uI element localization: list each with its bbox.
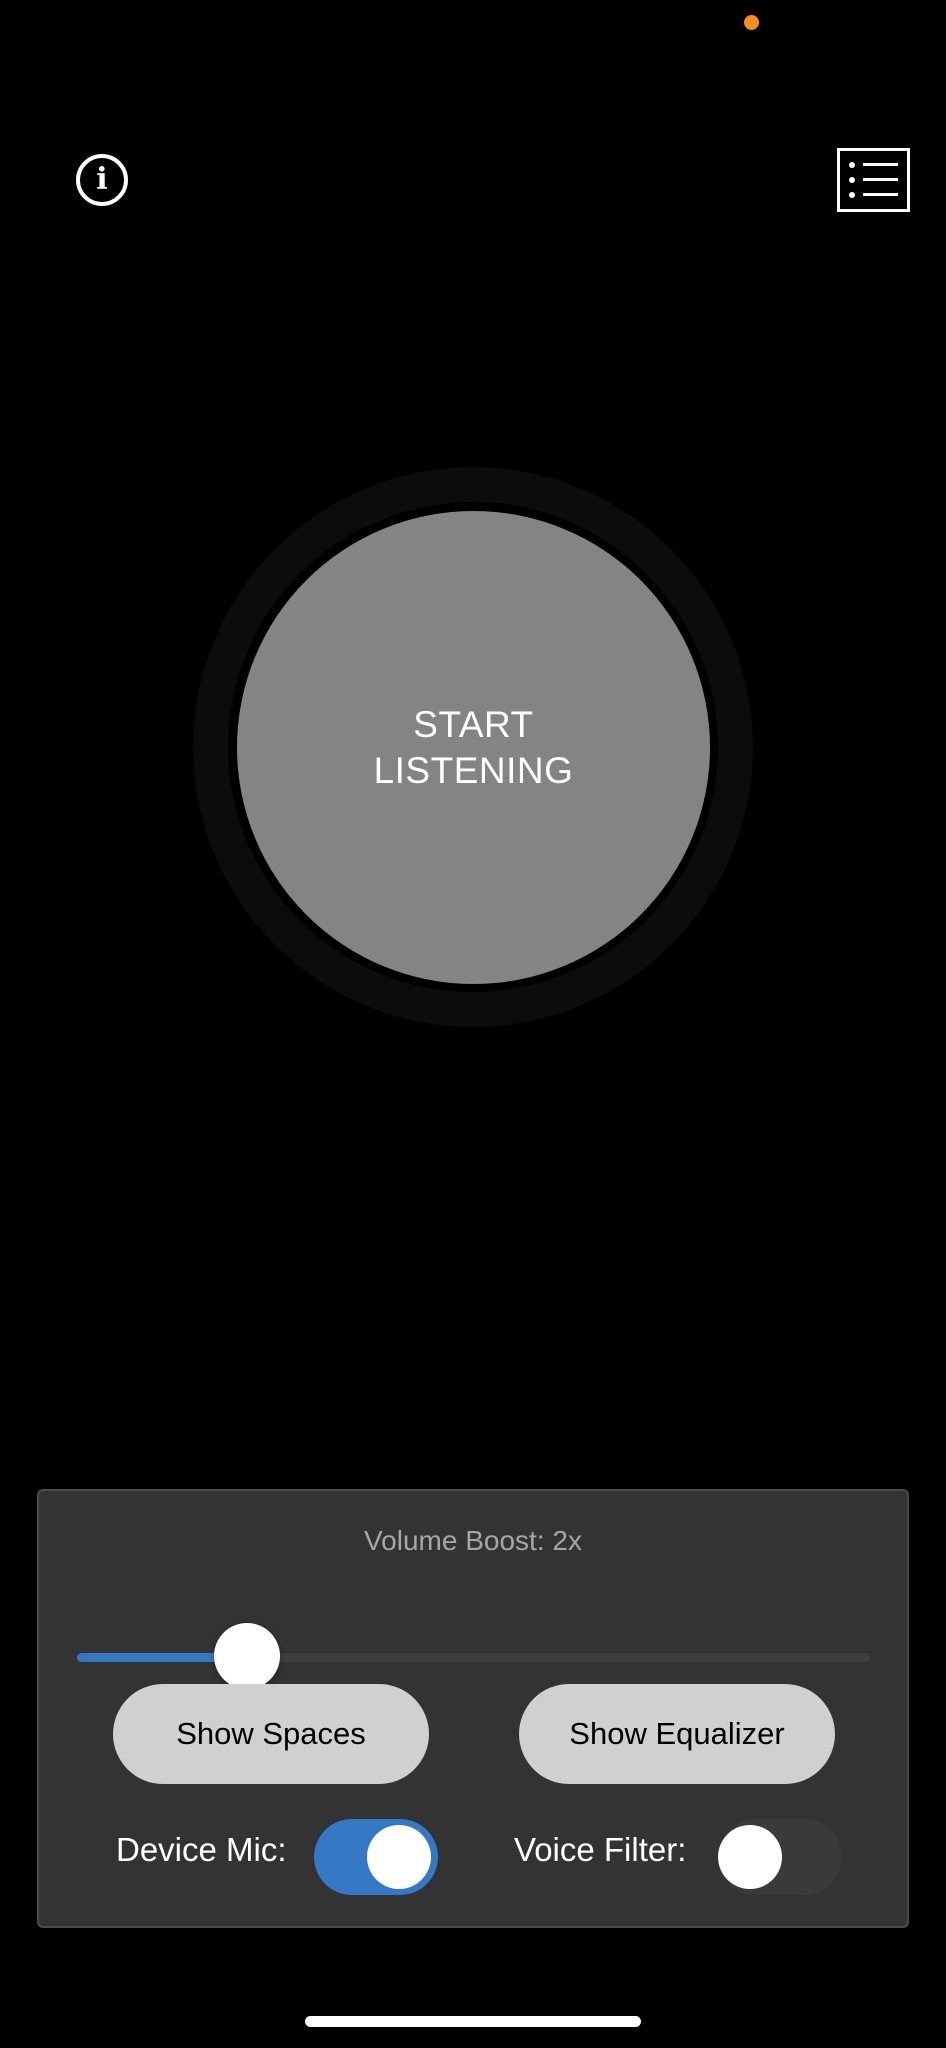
controls-panel: Volume Boost: 2x Show Spaces Show Equali… — [37, 1489, 909, 1928]
voice-filter-toggle[interactable] — [718, 1819, 842, 1895]
list-row — [849, 162, 898, 168]
volume-boost-label: Volume Boost: 2x — [364, 1525, 582, 1556]
recording-indicator-dot — [744, 15, 759, 30]
slider-thumb[interactable] — [214, 1623, 280, 1689]
start-listening-label: START LISTENING — [373, 703, 574, 791]
show-spaces-button[interactable]: Show Spaces — [113, 1684, 429, 1784]
home-indicator[interactable] — [305, 2016, 641, 2027]
list-row — [849, 177, 898, 183]
app-screen: i START LISTENING Volume Boost: 2x Show … — [0, 0, 946, 2048]
toggle-knob — [367, 1825, 431, 1889]
toggle-knob — [718, 1825, 782, 1889]
device-mic-toggle[interactable] — [314, 1819, 438, 1895]
volume-boost-slider[interactable] — [77, 1621, 870, 1691]
show-equalizer-button[interactable]: Show Equalizer — [519, 1684, 835, 1784]
voice-filter-label: Voice Filter: — [514, 1831, 687, 1868]
list-menu-icon[interactable] — [837, 148, 910, 212]
start-listening-button[interactable]: START LISTENING — [237, 511, 710, 984]
list-row — [849, 192, 898, 198]
device-mic-label: Device Mic: — [116, 1831, 287, 1868]
info-icon[interactable]: i — [76, 154, 128, 206]
info-glyph: i — [96, 162, 108, 197]
